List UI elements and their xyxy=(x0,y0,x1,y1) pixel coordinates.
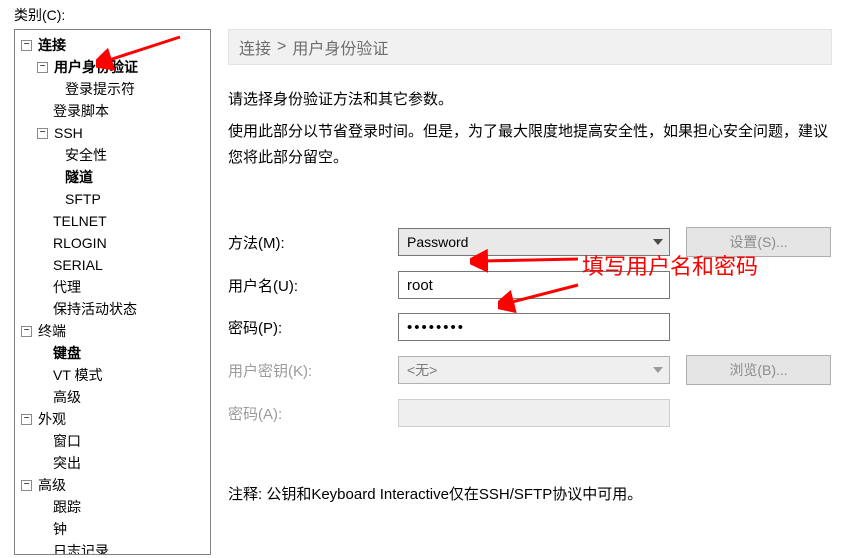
tree-item-security[interactable]: 安全性 xyxy=(17,144,208,166)
breadcrumb-root: 连接 xyxy=(239,35,271,59)
userkey-label: 用户密钥(K): xyxy=(228,360,398,381)
tree-item-bell[interactable]: 钟 xyxy=(17,518,208,540)
password2-input xyxy=(398,399,670,427)
tree-item-connection[interactable]: 连接 xyxy=(17,34,208,56)
breadcrumb-separator: > xyxy=(277,38,286,56)
tree-item-serial[interactable]: SERIAL xyxy=(17,254,208,276)
collapse-icon[interactable] xyxy=(21,480,32,491)
tree-item-proxy[interactable]: 代理 xyxy=(17,276,208,298)
tree-item-logging[interactable]: 日志记录 xyxy=(17,540,208,555)
breadcrumb-leaf: 用户身份验证 xyxy=(292,35,388,59)
userkey-select: <无> xyxy=(398,356,670,384)
username-input[interactable] xyxy=(398,271,670,299)
username-label: 用户名(U): xyxy=(228,275,398,296)
tree-item-term-advanced[interactable]: 高级 xyxy=(17,386,208,408)
collapse-icon[interactable] xyxy=(37,128,48,139)
tree-item-highlight[interactable]: 突出 xyxy=(17,452,208,474)
intro-text: 请选择身份验证方法和其它参数。 使用此部分以节省登录时间。但是，为了最大限度地提… xyxy=(228,87,832,171)
password-input[interactable] xyxy=(398,313,670,341)
category-label: 类别(C): xyxy=(14,5,65,25)
tree-item-tracking[interactable]: 跟踪 xyxy=(17,496,208,518)
browse-button: 浏览(B)... xyxy=(686,355,831,385)
tree-item-keyboard[interactable]: 键盘 xyxy=(17,342,208,364)
tree-item-login-prompt[interactable]: 登录提示符 xyxy=(17,78,208,100)
tree-item-vt-modes[interactable]: VT 模式 xyxy=(17,364,208,386)
password2-label: 密码(A): xyxy=(228,403,398,424)
breadcrumb: 连接 > 用户身份验证 xyxy=(228,29,832,65)
tree-item-advanced[interactable]: 高级 xyxy=(17,474,208,496)
tree-item-terminal[interactable]: 终端 xyxy=(17,320,208,342)
tree-item-sftp[interactable]: SFTP xyxy=(17,188,208,210)
collapse-icon[interactable] xyxy=(21,326,32,337)
tree-item-telnet[interactable]: TELNET xyxy=(17,210,208,232)
tree-item-appearance[interactable]: 外观 xyxy=(17,408,208,430)
tree-item-user-auth[interactable]: 用户身份验证 xyxy=(17,56,208,78)
userkey-value: <无> xyxy=(407,360,437,380)
collapse-icon[interactable] xyxy=(21,40,32,51)
chevron-down-icon xyxy=(653,239,663,245)
tree-item-login-script[interactable]: 登录脚本 xyxy=(17,100,208,122)
note-text: 注释: 公钥和Keyboard Interactive仅在SSH/SFTP协议中… xyxy=(228,483,832,504)
tree-item-ssh[interactable]: SSH xyxy=(17,122,208,144)
tree-item-rlogin[interactable]: RLOGIN xyxy=(17,232,208,254)
category-tree: 连接 用户身份验证 登录提示符 登录脚本 SSH 安全 xyxy=(14,29,211,555)
collapse-icon[interactable] xyxy=(21,414,32,425)
tree-item-tunnel[interactable]: 隧道 xyxy=(17,166,208,188)
method-label: 方法(M): xyxy=(228,232,398,253)
method-value: Password xyxy=(407,234,468,250)
tree-item-window[interactable]: 窗口 xyxy=(17,430,208,452)
chevron-down-icon xyxy=(653,367,663,373)
password-label: 密码(P): xyxy=(228,317,398,338)
method-select[interactable]: Password xyxy=(398,228,670,256)
tree-item-keepalive[interactable]: 保持活动状态 xyxy=(17,298,208,320)
collapse-icon[interactable] xyxy=(37,62,48,73)
settings-button: 设置(S)... xyxy=(686,227,831,257)
